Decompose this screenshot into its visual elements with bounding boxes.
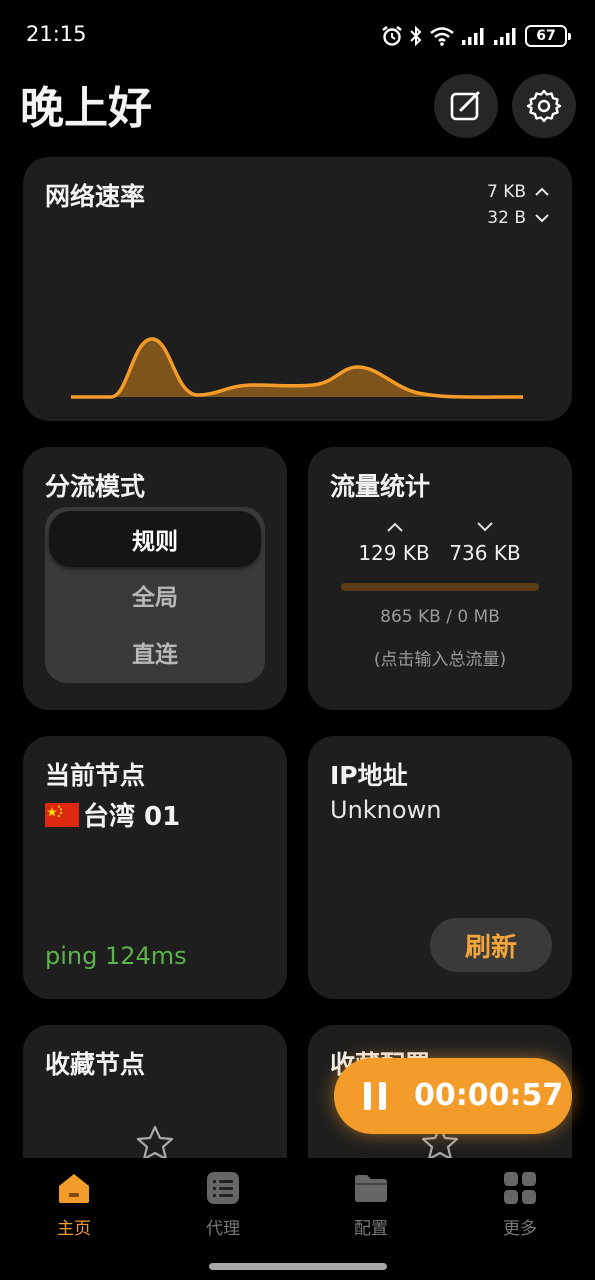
upload-arrow-icon	[387, 522, 403, 532]
node-name-row: 台湾 01	[45, 796, 180, 833]
battery-level: 67	[536, 28, 556, 44]
nav-item-more[interactable]: 更多	[470, 1168, 570, 1239]
home-icon	[59, 1174, 89, 1203]
mode-option-direct[interactable]: 直连	[45, 624, 265, 680]
flag-icon	[45, 802, 79, 827]
traffic-card-title: 流量统计	[330, 472, 431, 501]
download-arrow-icon	[477, 522, 493, 532]
traffic-stats-card[interactable]: 流量统计 129 KB 736 KB 865 KB / 0 MB (点击输入总流…	[308, 447, 572, 710]
nav-label-home: 主页	[57, 1219, 91, 1239]
pause-icon	[362, 1082, 388, 1110]
routing-mode-card: 分流模式 规则 全局 直连	[23, 447, 287, 710]
mode-card-title: 分流模式	[45, 472, 146, 501]
status-icons: 67	[381, 22, 571, 50]
nav-item-proxy[interactable]: 代理	[173, 1168, 273, 1239]
traffic-total: 865 KB / 0 MB	[380, 607, 500, 627]
mode-selector: 规则 全局 直连	[45, 507, 265, 683]
nav-item-config[interactable]: 配置	[321, 1168, 421, 1239]
ping-latency: ping 124ms	[45, 942, 187, 970]
greeting-title: 晚上好	[20, 83, 152, 134]
status-bar: 21:15 67	[0, 0, 595, 70]
gear-icon	[526, 89, 562, 123]
wifi-icon	[430, 27, 454, 46]
list-icon	[207, 1172, 239, 1204]
status-time: 21:15	[26, 22, 87, 46]
ip-card-title: IP地址	[330, 761, 408, 790]
favorite-nodes-card[interactable]: 收藏节点	[23, 1025, 287, 1158]
connection-timer: 00:00:57	[414, 1078, 564, 1113]
ip-address-card: IP地址 Unknown 刷新	[308, 736, 572, 999]
nav-label-config: 配置	[354, 1219, 388, 1239]
signal-icon-2	[494, 28, 516, 45]
bottom-nav: 主页 代理 配置 更多	[0, 1158, 595, 1280]
speed-graph	[71, 337, 524, 399]
mode-option-rule[interactable]: 规则	[49, 511, 261, 567]
mode-option-global[interactable]: 全局	[45, 567, 265, 623]
traffic-progress-bar	[341, 583, 539, 591]
bluetooth-icon	[410, 25, 422, 47]
settings-button[interactable]	[512, 74, 576, 138]
grid-icon	[504, 1172, 536, 1204]
traffic-hint: (点击输入总流量)	[373, 650, 507, 670]
node-card-title: 当前节点	[45, 761, 146, 790]
home-indicator[interactable]	[209, 1263, 387, 1270]
connection-toggle-button[interactable]: 00:00:57	[334, 1058, 572, 1134]
signal-icon-1	[462, 28, 484, 45]
edit-button[interactable]	[434, 74, 498, 138]
star-icon	[136, 1125, 174, 1158]
upload-traffic: 129 KB	[358, 541, 430, 565]
nav-item-home[interactable]: 主页	[24, 1168, 124, 1239]
folder-icon	[355, 1175, 387, 1202]
nav-label-proxy: 代理	[206, 1219, 240, 1239]
nav-label-more: 更多	[503, 1219, 537, 1239]
refresh-button[interactable]: 刷新	[430, 918, 552, 972]
download-traffic: 736 KB	[449, 541, 521, 565]
node-name: 台湾 01	[83, 802, 181, 832]
edit-icon	[450, 91, 480, 121]
ip-value: Unknown	[330, 796, 442, 824]
alarm-icon	[382, 26, 402, 46]
current-node-card[interactable]: 当前节点 台湾 01 ping 124ms	[23, 736, 287, 999]
fav-nodes-title: 收藏节点	[45, 1050, 146, 1079]
battery-icon: 67	[525, 25, 571, 47]
network-speed-card: 网络速率 7 KB 32 B	[23, 157, 572, 421]
